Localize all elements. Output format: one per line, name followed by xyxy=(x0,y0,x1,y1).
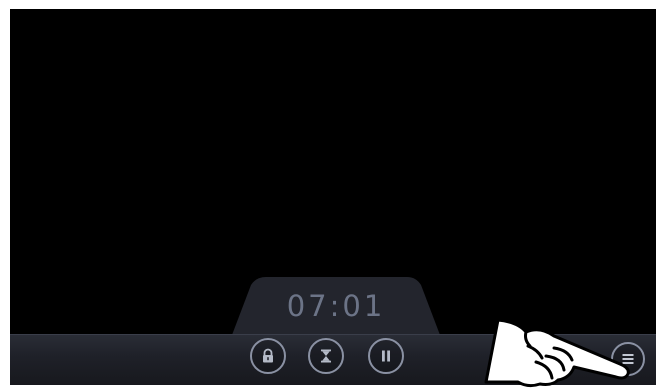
video-area[interactable] xyxy=(10,9,656,333)
lock-button[interactable] xyxy=(250,338,286,374)
hourglass-icon xyxy=(321,349,331,363)
pause-icon xyxy=(382,350,390,362)
pointing-hand-icon xyxy=(484,318,630,388)
elapsed-time: 07:01 xyxy=(286,289,386,323)
pause-button[interactable] xyxy=(368,338,404,374)
lock-icon xyxy=(263,348,273,363)
timer-button[interactable] xyxy=(308,338,344,374)
